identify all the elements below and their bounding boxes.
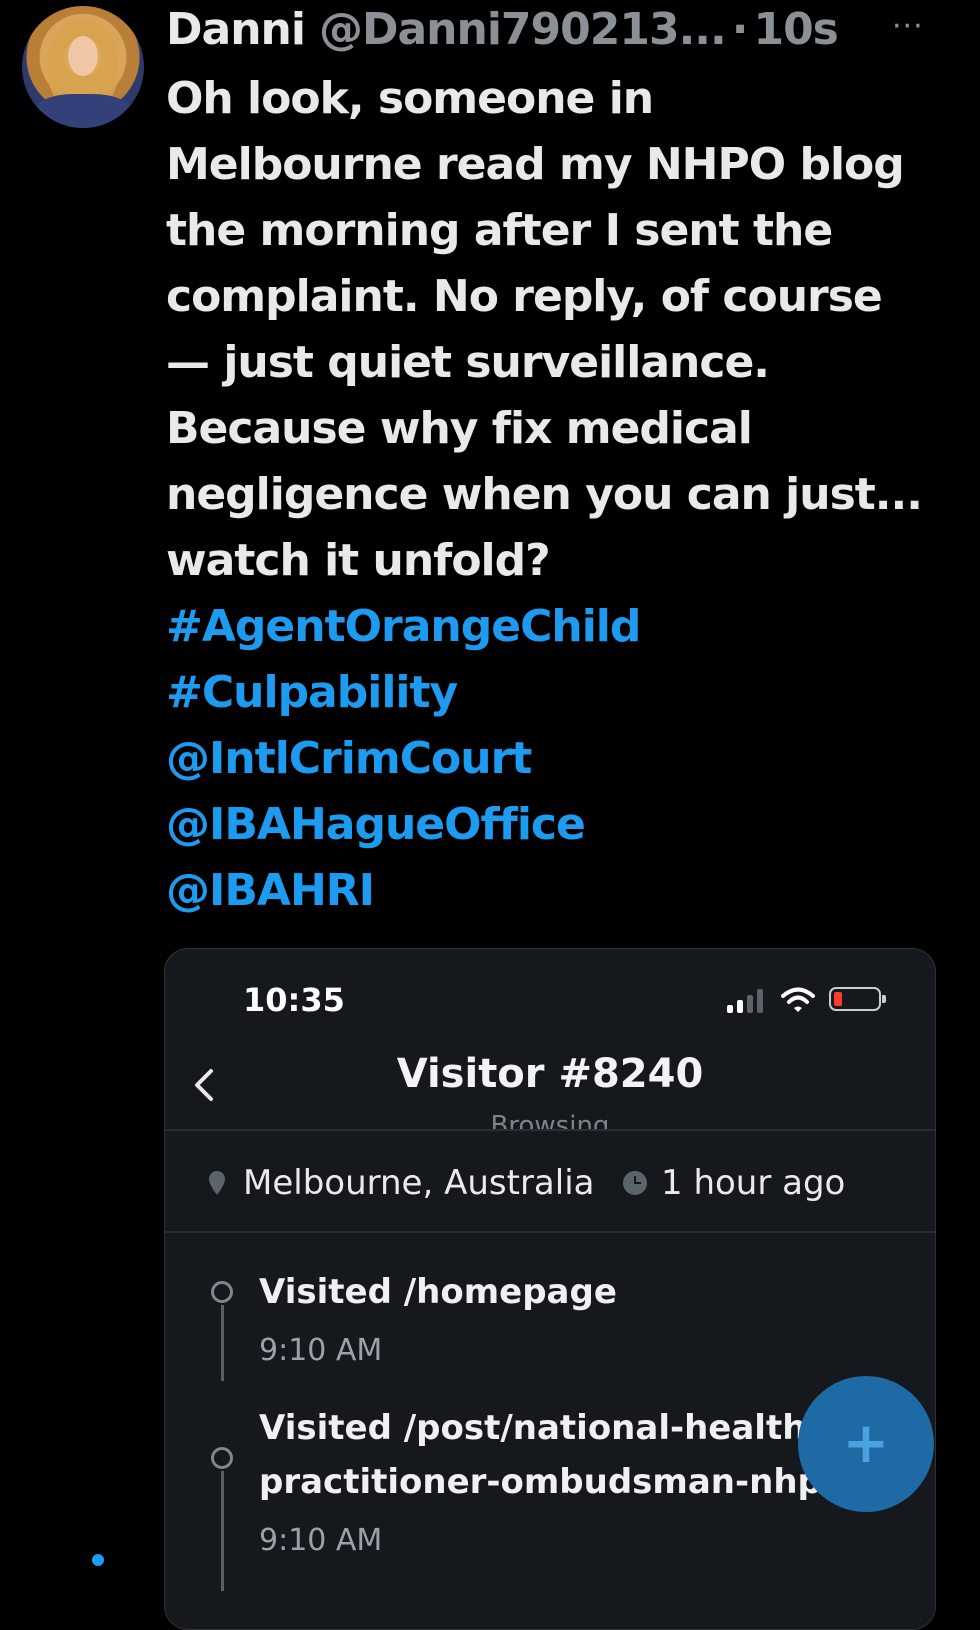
tweet-text-line: complaint. No reply, of course (166, 271, 883, 322)
tweet-text-line: — just quiet surveillance. (166, 337, 770, 388)
tweet-text-line: watch it unfold? (166, 535, 551, 586)
visitor-location: Melbourne, Australia (243, 1163, 595, 1203)
tweet-text: Oh look, someone in Melbourne read my NH… (166, 66, 966, 924)
timeline-event-time: 9:10 AM (259, 1523, 383, 1558)
more-horizontal-icon[interactable]: ··· (892, 12, 924, 42)
hashtag-agentorangechild[interactable]: #AgentOrangeChild (166, 594, 966, 660)
mention-ibahri[interactable]: @IBAHRI (166, 858, 966, 924)
separator-dot: · (731, 3, 749, 55)
avatar-face (68, 36, 98, 76)
tweet-text-line: Because why fix medical (166, 403, 753, 454)
author-avatar[interactable] (22, 6, 144, 128)
battery-icon (829, 987, 886, 1011)
tweet-text-line: Oh look, someone in (166, 73, 654, 124)
timeline-rail (221, 1471, 224, 1591)
avatar-shirt (32, 94, 134, 128)
tweet-header: Danni @Danni790213... · 10s (166, 2, 966, 56)
mention-ibahagueoffice[interactable]: @IBAHagueOffice (166, 792, 966, 858)
mention-intlcrimcourt[interactable]: @IntlCrimCourt (166, 726, 966, 792)
visitor-status: Browsing (490, 1111, 610, 1131)
visitor-meta: Melbourne, Australia 1 hour ago (165, 1131, 935, 1233)
timeline-event-title: Visited /post/national-health- (259, 1408, 821, 1448)
author-handle[interactable]: @Danni790213... (319, 4, 727, 55)
visitor-last-seen: 1 hour ago (661, 1163, 846, 1203)
plus-icon: + (842, 1411, 890, 1476)
visitor-title: Visitor #8240 (396, 1051, 704, 1097)
tweet-text-line: negligence when you can just... (166, 469, 923, 520)
timeline-node (211, 1281, 233, 1303)
map-pin-icon (209, 1171, 225, 1195)
add-button[interactable]: + (798, 1376, 934, 1512)
tweet-text-line: Melbourne read my NHPO blog (166, 139, 905, 190)
tweet-timestamp[interactable]: 10s (753, 4, 838, 55)
tweet-text-line: the morning after I sent the (166, 205, 833, 256)
timeline-event-title: practitioner-ombudsman-nhpo (259, 1462, 846, 1502)
author-name[interactable]: Danni (166, 4, 306, 55)
wifi-icon (781, 987, 815, 1012)
timeline-rail (221, 1305, 224, 1381)
hashtag-culpability[interactable]: #Culpability (166, 660, 966, 726)
attached-screenshot[interactable]: 10:35 Visitor #8240 Browsing Melbourne, … (164, 948, 936, 1630)
visitor-nav-bar: Visitor #8240 Browsing (165, 1049, 935, 1131)
status-time: 10:35 (243, 981, 345, 1019)
timeline-event-time: 9:10 AM (259, 1333, 383, 1368)
phone-status-bar: 10:35 (165, 949, 935, 1049)
timeline-event-title: Visited /homepage (259, 1272, 617, 1312)
notification-dot (92, 1554, 104, 1566)
timeline-node (211, 1447, 233, 1469)
clock-icon (623, 1171, 647, 1195)
signal-icon (727, 989, 767, 1013)
